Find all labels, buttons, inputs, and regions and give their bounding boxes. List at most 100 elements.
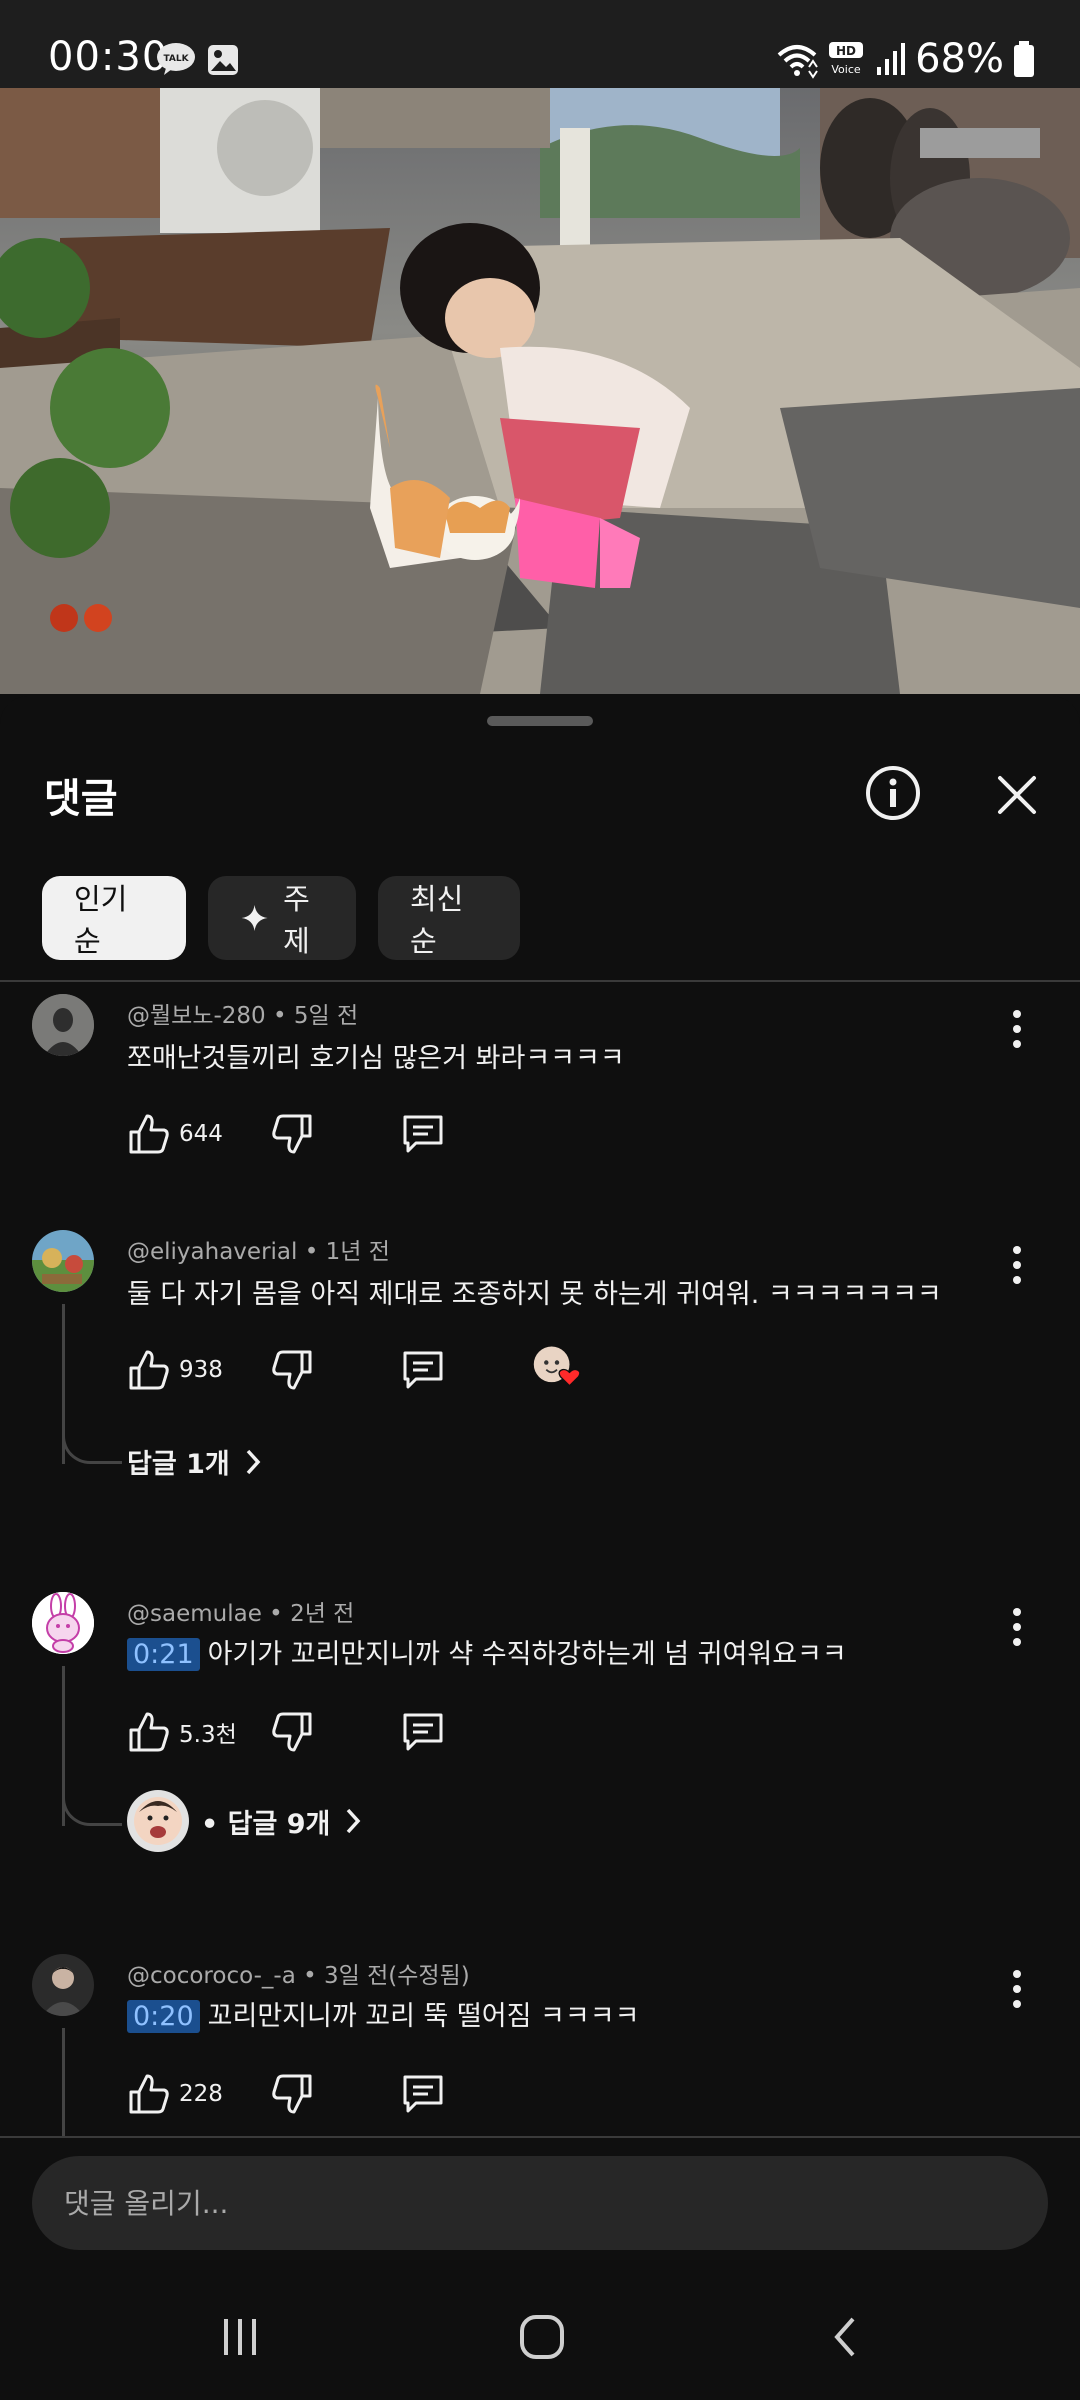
like-button[interactable]: 644 [127, 1106, 223, 1162]
avatar-image [32, 994, 94, 1056]
chips-divider [0, 980, 1080, 982]
comment-meta: @saemulae • 2년 전 [127, 1601, 355, 1627]
thread-curve [62, 1424, 122, 1464]
chip-topics[interactable]: 주제 [208, 876, 356, 960]
comments-list: @뭘보노-280 • 5일 전 쪼매난것들끼리 호기심 많은거 봐라ㅋㅋㅋㅋ 6… [0, 984, 1080, 2136]
replies-label: 답글 1개 [127, 1449, 230, 1480]
comment-reply-icon [403, 2075, 443, 2113]
chip-label: 주제 [283, 882, 310, 958]
avatar-image [32, 1592, 94, 1654]
dislike-button[interactable] [270, 1704, 314, 1760]
thumbs-down-icon [272, 2074, 312, 2114]
chip-popular[interactable]: 인기순 [42, 876, 186, 960]
home-icon [520, 2315, 564, 2359]
comment-age: 1년 전 [325, 1239, 390, 1265]
avatar[interactable] [32, 1230, 94, 1292]
like-count: 228 [179, 2081, 223, 2107]
avatar-image [32, 1230, 94, 1292]
close-icon[interactable] [982, 760, 1052, 830]
system-nav-bar [0, 2270, 1080, 2400]
back-button[interactable] [805, 2302, 885, 2372]
kakaotalk-notification-icon: TALK [157, 43, 195, 75]
chip-label: 인기순 [74, 882, 128, 958]
view-replies-button[interactable]: • 답글 9개 [127, 1790, 364, 1852]
comment-author[interactable]: @saemulae [127, 1601, 262, 1627]
avatar[interactable] [32, 994, 94, 1056]
thumbs-up-icon [129, 1712, 169, 1752]
view-replies-button[interactable]: 답글 1개 [127, 1442, 264, 1481]
more-vert-icon[interactable] [1000, 1240, 1034, 1290]
comment-actions: 644 [127, 1106, 727, 1162]
thumbs-up-icon [129, 1114, 169, 1154]
avatar-image [127, 1790, 189, 1852]
more-vert-icon[interactable] [1000, 1964, 1034, 2014]
input-divider [0, 2136, 1080, 2138]
signal-icon [877, 43, 906, 75]
status-time: 00:30 [48, 34, 169, 80]
dislike-button[interactable] [270, 1106, 314, 1162]
comment-author[interactable]: @eliyahaverial [127, 1239, 297, 1265]
comment-text: 아기가 꼬리만지니까 샥 수직하강하는게 넘 귀여워요ㅋㅋ [207, 1639, 847, 1670]
avatar[interactable] [32, 1592, 94, 1654]
comment-author[interactable]: @cocoroco-_-a [127, 1963, 296, 1989]
thumbs-up-icon [129, 2074, 169, 2114]
comment-actions: 5.3천 [127, 1704, 727, 1760]
timestamp-link[interactable]: 0:20 [127, 2000, 200, 2033]
comment-author[interactable]: @뭘보노-280 [127, 1003, 266, 1029]
svg-text:TALK: TALK [163, 54, 189, 64]
hd-voice-icon: HD Voice [829, 42, 864, 76]
more-vert-icon[interactable] [1000, 1004, 1034, 1054]
info-icon[interactable] [858, 758, 928, 828]
comment-reply-icon [403, 1115, 443, 1153]
wifi-icon [777, 45, 818, 79]
chip-newest[interactable]: 최신순 [378, 876, 520, 960]
thumbs-down-icon [272, 1114, 312, 1154]
sort-chips: 인기순 주제 최신순 [42, 876, 520, 960]
comment-actions: 938 [127, 1342, 727, 1398]
comment-age: 2년 전 [290, 1601, 355, 1627]
reply-avatar [127, 1790, 189, 1852]
like-button[interactable]: 228 [127, 2066, 223, 2122]
chevron-right-icon [246, 1449, 261, 1474]
battery-icon [1014, 41, 1034, 77]
recent-apps-button[interactable] [200, 2302, 280, 2372]
more-vert-icon[interactable] [1000, 1602, 1034, 1652]
gallery-notification-icon [208, 45, 238, 75]
comment-meta: @뭘보노-280 • 5일 전 [127, 1003, 359, 1029]
reply-button[interactable] [400, 1704, 446, 1760]
dislike-button[interactable] [270, 2066, 314, 2122]
reply-button[interactable] [400, 2066, 446, 2122]
thumbs-down-icon [272, 1350, 312, 1390]
comment-input[interactable] [32, 2156, 1048, 2250]
reply-button[interactable] [400, 1106, 446, 1162]
back-icon [834, 2317, 855, 2357]
status-bar: 00:30 TALK HD Voice 68% [0, 0, 1080, 88]
video-player[interactable] [0, 88, 1080, 694]
avatar-image [32, 1954, 94, 2016]
reply-button[interactable] [400, 1342, 446, 1398]
thread-line [62, 2028, 65, 2136]
replies-label: • 답글 9개 [201, 1808, 331, 1840]
creator-heart [532, 1342, 582, 1392]
video-frame [0, 88, 1080, 694]
comment-meta: @cocoroco-_-a • 3일 전(수정됨) [127, 1963, 470, 1989]
sheet-drag-handle[interactable] [487, 716, 593, 726]
battery-percent: 68% [915, 36, 1004, 82]
sparkle-icon [241, 904, 268, 932]
timestamp-link[interactable]: 0:21 [127, 1638, 200, 1671]
recent-apps-icon [224, 2319, 256, 2355]
svg-text:Voice: Voice [831, 63, 861, 76]
chevron-right-icon [347, 1808, 361, 1834]
like-count: 5.3천 [179, 1722, 237, 1748]
thumbs-up-icon [129, 1350, 169, 1390]
comment-text-row: 0:20 꼬리만지니까 꼬리 뚝 떨어짐 ㅋㅋㅋㅋ [127, 1994, 639, 2033]
comment-input-box[interactable] [32, 2156, 1048, 2250]
home-button[interactable] [502, 2302, 582, 2372]
like-button[interactable]: 938 [127, 1342, 223, 1398]
dislike-button[interactable] [270, 1342, 314, 1398]
comment-age: 3일 전(수정됨) [324, 1963, 470, 1989]
svg-text:HD: HD [836, 44, 856, 58]
like-count: 644 [179, 1121, 223, 1147]
like-button[interactable]: 5.3천 [127, 1704, 237, 1760]
avatar[interactable] [32, 1954, 94, 2016]
